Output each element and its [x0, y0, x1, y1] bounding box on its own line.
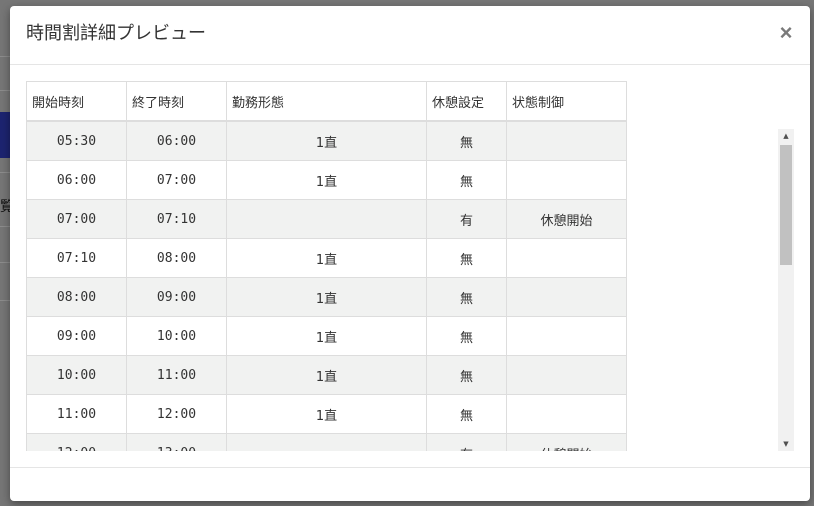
- cell-start-time: 12:00: [26, 433, 127, 451]
- cell-work-type: 1直: [226, 355, 427, 395]
- cell-status-control: [506, 120, 627, 161]
- table-row: 10:00 11:00 1直 無: [26, 355, 627, 395]
- close-button[interactable]: ×: [776, 21, 796, 45]
- dialog-header: 時間割詳細プレビュー ×: [10, 6, 810, 65]
- cell-status-control: 休憩開始: [506, 199, 627, 239]
- column-header-end-time: 終了時刻: [126, 81, 227, 122]
- cell-end-time: 10:00: [126, 316, 227, 356]
- cell-break-setting: 無: [426, 394, 507, 434]
- table-body: 05:30 06:00 1直 無 06:00 07:00 1直 無 07:00 …: [26, 120, 627, 451]
- timetable-preview-dialog: 時間割詳細プレビュー × 開始時刻 終了時刻 勤務形態 休憩設定 状態制御 05…: [10, 6, 810, 501]
- table-row: 07:00 07:10 有 休憩開始: [26, 199, 627, 239]
- cell-break-setting: 無: [426, 316, 507, 356]
- cell-work-type: 1直: [226, 120, 427, 161]
- cell-start-time: 07:10: [26, 238, 127, 278]
- dialog-title: 時間割詳細プレビュー: [26, 23, 206, 44]
- dialog-footer: [10, 467, 810, 502]
- cell-end-time: 11:00: [126, 355, 227, 395]
- cell-work-type: 1直: [226, 160, 427, 200]
- table-header-row: 開始時刻 終了時刻 勤務形態 休憩設定 状態制御: [26, 81, 627, 122]
- table-row: 05:30 06:00 1直 無: [26, 120, 627, 161]
- cell-start-time: 06:00: [26, 160, 127, 200]
- cell-end-time: 09:00: [126, 277, 227, 317]
- cell-break-setting: 無: [426, 355, 507, 395]
- timetable-table-container: 開始時刻 終了時刻 勤務形態 休憩設定 状態制御 05:30 06:00 1直 …: [26, 81, 627, 451]
- cell-break-setting: 有: [426, 433, 507, 451]
- table-scrollbar[interactable]: ▲ ▼: [778, 129, 794, 451]
- cell-break-setting: 無: [426, 277, 507, 317]
- cell-start-time: 11:00: [26, 394, 127, 434]
- timetable-table: 開始時刻 終了時刻 勤務形態 休憩設定 状態制御 05:30 06:00 1直 …: [26, 81, 627, 451]
- cell-work-type: [226, 433, 427, 451]
- cell-work-type: 1直: [226, 277, 427, 317]
- cell-status-control: [506, 316, 627, 356]
- cell-work-type: 1直: [226, 316, 427, 356]
- cell-start-time: 10:00: [26, 355, 127, 395]
- column-header-work-type: 勤務形態: [226, 81, 427, 122]
- cell-start-time: 07:00: [26, 199, 127, 239]
- cell-end-time: 06:00: [126, 120, 227, 161]
- scrollbar-thumb[interactable]: [780, 145, 792, 265]
- cell-start-time: 09:00: [26, 316, 127, 356]
- scroll-up-arrow-icon[interactable]: ▲: [778, 129, 794, 143]
- cell-work-type: [226, 199, 427, 239]
- cell-status-control: 休憩開始: [506, 433, 627, 451]
- table-row: 11:00 12:00 1直 無: [26, 394, 627, 434]
- column-header-status-control: 状態制御: [506, 81, 627, 122]
- scroll-down-arrow-icon[interactable]: ▼: [778, 437, 794, 451]
- table-row: 09:00 10:00 1直 無: [26, 316, 627, 356]
- cell-start-time: 05:30: [26, 120, 127, 161]
- cell-end-time: 07:10: [126, 199, 227, 239]
- cell-end-time: 13:00: [126, 433, 227, 451]
- cell-start-time: 08:00: [26, 277, 127, 317]
- table-row: 07:10 08:00 1直 無: [26, 238, 627, 278]
- cell-status-control: [506, 160, 627, 200]
- table-row: 12:00 13:00 有 休憩開始: [26, 433, 627, 451]
- cell-break-setting: 無: [426, 160, 507, 200]
- cell-break-setting: 無: [426, 120, 507, 161]
- column-header-start-time: 開始時刻: [26, 81, 127, 122]
- cell-status-control: [506, 238, 627, 278]
- column-header-break-setting: 休憩設定: [426, 81, 507, 122]
- table-row: 08:00 09:00 1直 無: [26, 277, 627, 317]
- cell-status-control: [506, 355, 627, 395]
- cell-break-setting: 有: [426, 199, 507, 239]
- cell-end-time: 07:00: [126, 160, 227, 200]
- cell-break-setting: 無: [426, 238, 507, 278]
- cell-status-control: [506, 277, 627, 317]
- table-row: 06:00 07:00 1直 無: [26, 160, 627, 200]
- cell-status-control: [506, 394, 627, 434]
- cell-work-type: 1直: [226, 394, 427, 434]
- cell-end-time: 12:00: [126, 394, 227, 434]
- cell-work-type: 1直: [226, 238, 427, 278]
- cell-end-time: 08:00: [126, 238, 227, 278]
- dialog-body: 開始時刻 終了時刻 勤務形態 休憩設定 状態制御 05:30 06:00 1直 …: [26, 81, 794, 451]
